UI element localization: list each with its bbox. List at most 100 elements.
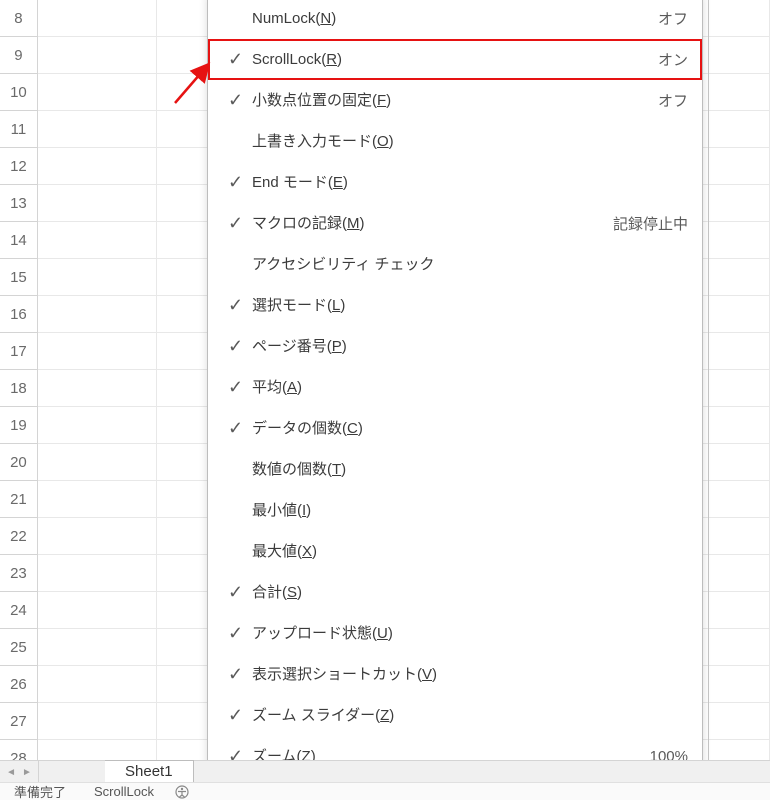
row-header[interactable]: 14 [0,222,38,259]
check-icon: ✓ [228,623,252,644]
cell[interactable] [38,0,158,37]
row-header[interactable]: 25 [0,629,38,666]
check-icon: ✓ [228,664,252,685]
cell[interactable] [38,148,158,185]
menu-item[interactable]: ✓ページ番号(P) [208,326,702,367]
row-header[interactable]: 20 [0,444,38,481]
row-header[interactable]: 27 [0,703,38,740]
menu-item-label: アップロード状態(U) [252,626,688,641]
check-icon: ✓ [228,418,252,439]
row-header[interactable]: 24 [0,592,38,629]
menu-item-label: 合計(S) [252,585,688,600]
menu-item[interactable]: 数値の個数(T) [208,449,702,490]
cell[interactable] [38,592,158,629]
menu-item-label: 選択モード(L) [252,298,688,313]
menu-item-label: 上書き入力モード(O) [252,134,688,149]
check-icon: ✓ [228,377,252,398]
menu-item-label: マクロの記録(M) [252,216,613,231]
menu-item[interactable]: アクセシビリティ チェック [208,244,702,285]
menu-item[interactable]: ✓平均(A) [208,367,702,408]
separator [38,761,39,783]
menu-item-label: 平均(A) [252,380,688,395]
menu-item-label: ページ番号(P) [252,339,688,354]
cell[interactable] [38,111,158,148]
cell[interactable] [38,222,158,259]
menu-item[interactable]: 最小値(I) [208,490,702,531]
row-header[interactable]: 21 [0,481,38,518]
column-split-line [708,0,709,762]
menu-item-label: 小数点位置の固定(F) [252,93,658,108]
cell[interactable] [38,74,158,111]
row-header[interactable]: 10 [0,74,38,111]
cell[interactable] [38,481,158,518]
menu-item-label: 最大値(X) [252,544,688,559]
menu-item-label: アクセシビリティ チェック [252,257,688,272]
menu-item-label: 表示選択ショートカット(V) [252,667,688,682]
row-header[interactable]: 9 [0,37,38,74]
cell[interactable] [38,555,158,592]
menu-item-label: 数値の個数(T) [252,462,688,477]
statusbar-context-menu[interactable]: NumLock(N)オフ✓ScrollLock(R)オン✓小数点位置の固定(F)… [207,0,703,784]
menu-item[interactable]: ✓合計(S) [208,572,702,613]
status-scrolllock: ScrollLock [94,784,154,799]
cell[interactable] [38,333,158,370]
cell[interactable] [38,185,158,222]
cell[interactable] [38,666,158,703]
cell[interactable] [38,37,158,74]
row-header[interactable]: 19 [0,407,38,444]
cell[interactable] [38,370,158,407]
menu-item-status: オフ [658,8,688,29]
check-icon: ✓ [228,90,252,111]
check-icon: ✓ [228,336,252,357]
menu-item[interactable]: 上書き入力モード(O) [208,121,702,162]
cell[interactable] [38,629,158,666]
row-header[interactable]: 15 [0,259,38,296]
row-header[interactable]: 11 [0,111,38,148]
row-header[interactable]: 23 [0,555,38,592]
check-icon: ✓ [228,705,252,726]
menu-item-label: ScrollLock(R) [252,52,658,67]
cell[interactable] [38,296,158,333]
check-icon: ✓ [228,582,252,603]
row-header[interactable]: 18 [0,370,38,407]
menu-item[interactable]: ✓ScrollLock(R)オン [208,39,702,80]
row-header[interactable]: 8 [0,0,38,37]
menu-item[interactable]: 最大値(X) [208,531,702,572]
check-icon: ✓ [228,213,252,234]
menu-item-status: 記録停止中 [613,213,688,234]
accessibility-icon[interactable] [174,784,190,800]
menu-item-status: オフ [658,90,688,111]
menu-item[interactable]: NumLock(N)オフ [208,0,702,39]
menu-item[interactable]: ✓小数点位置の固定(F)オフ [208,80,702,121]
status-ready: 準備完了 [14,782,66,800]
menu-item-status: オン [658,49,688,70]
row-header[interactable]: 12 [0,148,38,185]
sheet-tab-active[interactable]: Sheet1 [105,760,194,783]
menu-item[interactable]: ✓選択モード(L) [208,285,702,326]
sheet-nav[interactable]: ◄► [0,767,38,778]
menu-item-label: 最小値(I) [252,503,688,518]
menu-item-label: End モード(E) [252,175,688,190]
cell[interactable] [38,259,158,296]
menu-item[interactable]: ✓データの個数(C) [208,408,702,449]
check-icon: ✓ [228,295,252,316]
cell[interactable] [38,518,158,555]
row-header[interactable]: 26 [0,666,38,703]
menu-item[interactable]: ✓マクロの記録(M)記録停止中 [208,203,702,244]
cell[interactable] [38,703,158,740]
cell[interactable] [38,407,158,444]
menu-item[interactable]: ✓表示選択ショートカット(V) [208,654,702,695]
check-icon: ✓ [228,172,252,193]
status-bar[interactable]: 準備完了 ScrollLock [0,782,770,800]
menu-item-label: ズーム スライダー(Z) [252,708,688,723]
row-header[interactable]: 16 [0,296,38,333]
menu-item-label: データの個数(C) [252,421,688,436]
cell[interactable] [38,444,158,481]
menu-item[interactable]: ✓アップロード状態(U) [208,613,702,654]
menu-item-label: NumLock(N) [252,11,658,26]
menu-item[interactable]: ✓ズーム スライダー(Z) [208,695,702,736]
row-header[interactable]: 17 [0,333,38,370]
row-header[interactable]: 22 [0,518,38,555]
menu-item[interactable]: ✓End モード(E) [208,162,702,203]
row-header[interactable]: 13 [0,185,38,222]
